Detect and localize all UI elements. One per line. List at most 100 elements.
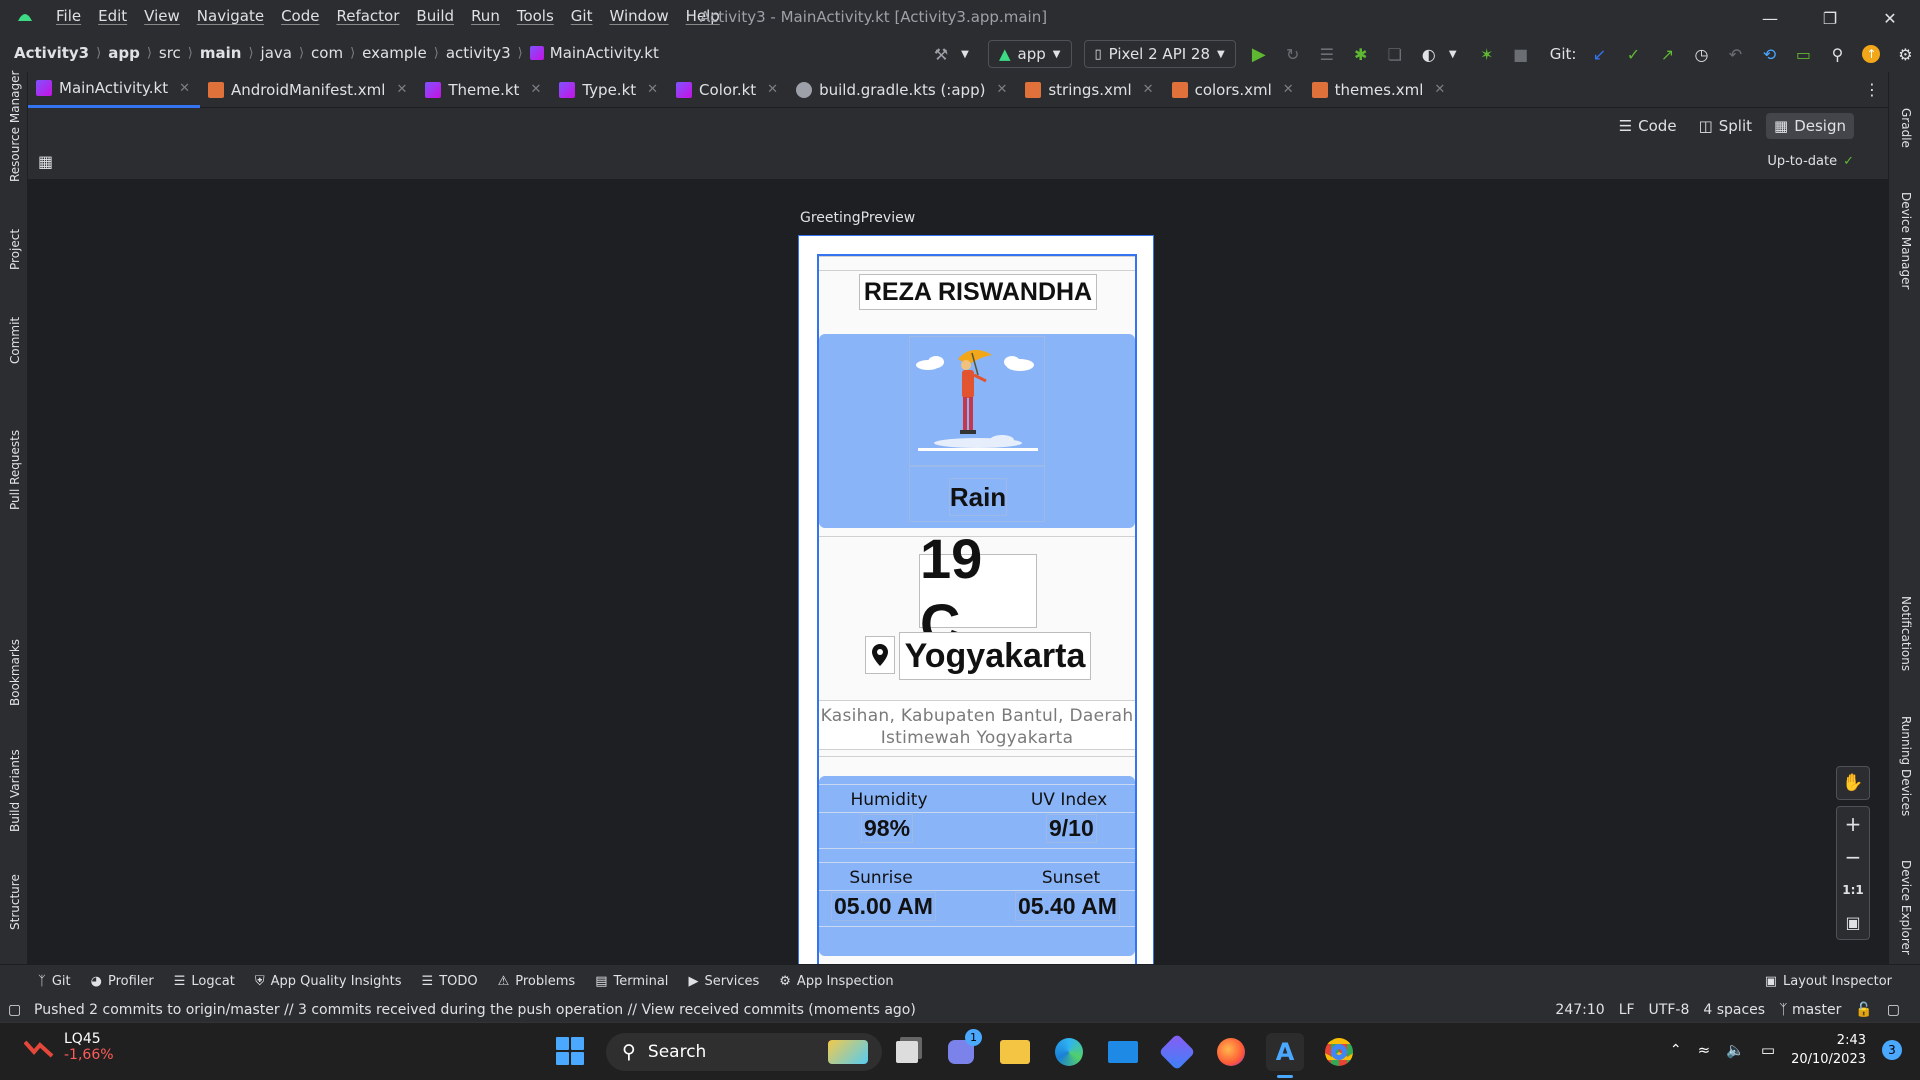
tab-themes[interactable]: themes.xml ✕ bbox=[1304, 72, 1456, 108]
address-text[interactable]: Kasihan, Kabupaten Bantul, Daerah Istime… bbox=[819, 700, 1135, 750]
city-text[interactable]: Yogyakarta bbox=[899, 632, 1091, 680]
close-icon[interactable]: ✕ bbox=[396, 82, 407, 97]
close-icon[interactable]: ✕ bbox=[1283, 82, 1294, 97]
pan-hand-button[interactable]: ✋ bbox=[1836, 766, 1870, 800]
tab-type[interactable]: Type.kt ✕ bbox=[551, 72, 668, 108]
menu-window[interactable]: Window bbox=[609, 7, 677, 25]
sync-gradle-icon[interactable]: ⟲ bbox=[1758, 43, 1780, 65]
rollback-icon[interactable]: ↶ bbox=[1724, 43, 1746, 65]
menu-git[interactable]: Git bbox=[571, 7, 602, 25]
device-select[interactable]: ▯ Pixel 2 API 28 ▼ bbox=[1083, 40, 1236, 68]
file-explorer-icon[interactable] bbox=[996, 1033, 1034, 1071]
tool-git[interactable]: ᛉ Git bbox=[38, 974, 71, 989]
git-update-icon[interactable]: ↙ bbox=[1588, 43, 1610, 65]
tab-colors[interactable]: colors.xml ✕ bbox=[1164, 72, 1304, 108]
tab-build-gradle[interactable]: build.gradle.kts (:app) ✕ bbox=[788, 72, 1017, 108]
tool-device-manager[interactable]: Device Manager bbox=[1899, 192, 1913, 289]
file-encoding[interactable]: UTF-8 bbox=[1649, 1002, 1690, 1018]
teams-chat-icon[interactable]: 1 bbox=[942, 1029, 982, 1071]
breadcrumb-activity3[interactable]: activity3 bbox=[446, 44, 511, 62]
condition-text[interactable]: Rain bbox=[949, 478, 1007, 516]
profile-icon[interactable]: ◐ bbox=[1418, 43, 1440, 65]
menu-build[interactable]: Build bbox=[416, 7, 463, 25]
wifi-icon[interactable]: ≈ bbox=[1698, 1041, 1711, 1059]
stats-card[interactable]: Humidity UV Index 98% 9/10 Sunrise Sunse… bbox=[819, 776, 1135, 956]
weather-card[interactable]: Rain bbox=[819, 334, 1135, 528]
history-icon[interactable]: ◷ bbox=[1690, 43, 1712, 65]
stock-widget[interactable]: LQ45 -1,66% bbox=[24, 1031, 114, 1063]
volume-icon[interactable]: 🔈 bbox=[1726, 1041, 1745, 1059]
tool-bookmarks[interactable]: Bookmarks bbox=[8, 639, 22, 706]
tab-strings[interactable]: strings.xml ✕ bbox=[1017, 72, 1163, 108]
device-manager-icon[interactable]: ▭ bbox=[1792, 43, 1814, 65]
tool-commit[interactable]: Commit bbox=[8, 317, 22, 364]
android-studio-taskbar-icon[interactable]: A bbox=[1266, 1033, 1304, 1078]
edge-browser-icon[interactable] bbox=[1050, 1033, 1088, 1071]
menu-view[interactable]: View bbox=[144, 7, 189, 25]
breadcrumb-module[interactable]: app bbox=[108, 44, 140, 62]
tool-device-explorer[interactable]: Device Explorer bbox=[1899, 860, 1913, 955]
breadcrumb-project[interactable]: Activity3 bbox=[14, 44, 89, 62]
tool-running-devices[interactable]: Running Devices bbox=[1899, 716, 1913, 816]
minimize-button[interactable]: — bbox=[1740, 0, 1800, 36]
tool-terminal[interactable]: ▤ Terminal bbox=[595, 974, 668, 989]
settings-gear-icon[interactable]: ⚙ bbox=[1894, 43, 1916, 65]
menu-file[interactable]: File bbox=[56, 7, 90, 25]
tool-gradle[interactable]: Gradle bbox=[1899, 108, 1913, 148]
close-icon[interactable]: ✕ bbox=[530, 82, 541, 97]
breadcrumb-file[interactable]: MainActivity.kt bbox=[550, 44, 659, 62]
tool-services[interactable]: ▶ Services bbox=[688, 974, 759, 989]
close-icon[interactable]: ✕ bbox=[996, 82, 1007, 97]
menu-tools[interactable]: Tools bbox=[517, 7, 563, 25]
tool-build-variants[interactable]: Build Variants bbox=[8, 749, 22, 832]
tool-app-inspection[interactable]: ⚙ App Inspection bbox=[779, 974, 893, 989]
menu-run[interactable]: Run bbox=[471, 7, 509, 25]
zoom-to-fit-button[interactable]: ▣ bbox=[1837, 906, 1869, 939]
tool-project[interactable]: Project bbox=[8, 229, 22, 270]
hammer-icon[interactable]: ⚒ bbox=[930, 43, 952, 65]
mode-code-button[interactable]: ☰ Code bbox=[1611, 113, 1685, 139]
menu-code[interactable]: Code bbox=[281, 7, 328, 25]
mode-design-button[interactable]: ▦ Design bbox=[1766, 113, 1854, 139]
breadcrumb-src[interactable]: src bbox=[159, 44, 181, 62]
tool-pull-requests[interactable]: Pull Requests bbox=[8, 430, 22, 510]
attach-debugger-icon[interactable]: ❏ bbox=[1384, 43, 1406, 65]
lock-icon[interactable]: 🔓 bbox=[1855, 1002, 1872, 1018]
menu-navigate[interactable]: Navigate bbox=[197, 7, 273, 25]
chevron-down-icon[interactable]: ▼ bbox=[1442, 43, 1464, 65]
mail-icon[interactable] bbox=[1104, 1033, 1142, 1071]
run-icon[interactable]: ▶ bbox=[1248, 43, 1270, 65]
git-branch[interactable]: ᛉ master bbox=[1779, 1002, 1841, 1018]
close-window-button[interactable]: ✕ bbox=[1860, 0, 1920, 36]
stop-icon[interactable]: ■ bbox=[1510, 43, 1532, 65]
apply-changes-icon[interactable]: ☰ bbox=[1316, 43, 1338, 65]
breadcrumb-main[interactable]: main bbox=[200, 44, 242, 62]
debug-icon[interactable]: ✱ bbox=[1350, 43, 1372, 65]
memory-icon[interactable]: ▢ bbox=[1887, 1002, 1900, 1018]
git-commit-icon[interactable]: ✓ bbox=[1622, 43, 1644, 65]
tool-structure[interactable]: Structure bbox=[8, 874, 22, 930]
tool-layout-inspector[interactable]: ▣ Layout Inspector bbox=[1765, 974, 1892, 989]
search-icon[interactable]: ⚲ bbox=[1826, 43, 1848, 65]
tool-notifications[interactable]: Notifications bbox=[1899, 596, 1913, 671]
more-tabs-icon[interactable]: ⋮ bbox=[1864, 80, 1880, 99]
caret-position[interactable]: 247:10 bbox=[1555, 1002, 1604, 1018]
close-icon[interactable]: ✕ bbox=[647, 82, 658, 97]
canvas-scrollbar[interactable] bbox=[1880, 180, 1888, 964]
chevron-up-icon[interactable]: ⌃ bbox=[1670, 1042, 1682, 1058]
tab-theme[interactable]: Theme.kt ✕ bbox=[417, 72, 551, 108]
layout-options-icon[interactable]: ▦ bbox=[38, 152, 53, 171]
notification-count-badge[interactable]: 3 bbox=[1882, 1040, 1902, 1060]
tool-resource-manager[interactable]: Resource Manager bbox=[8, 71, 22, 182]
zoom-out-button[interactable]: − bbox=[1837, 840, 1869, 873]
windows-start-button[interactable] bbox=[556, 1037, 584, 1065]
tool-app-quality-insights[interactable]: ⛨ App Quality Insights bbox=[255, 974, 402, 989]
task-view-icon[interactable] bbox=[888, 1033, 926, 1071]
copilot-icon[interactable] bbox=[1158, 1033, 1196, 1071]
status-message[interactable]: Pushed 2 commits to origin/master // 3 c… bbox=[34, 1002, 916, 1018]
tab-mainactivity[interactable]: MainActivity.kt ✕ bbox=[28, 72, 201, 108]
zoom-in-button[interactable]: + bbox=[1837, 807, 1869, 840]
git-push-icon[interactable]: ↗ bbox=[1656, 43, 1678, 65]
line-separator[interactable]: LF bbox=[1619, 1002, 1635, 1018]
menu-edit[interactable]: Edit bbox=[98, 7, 136, 25]
